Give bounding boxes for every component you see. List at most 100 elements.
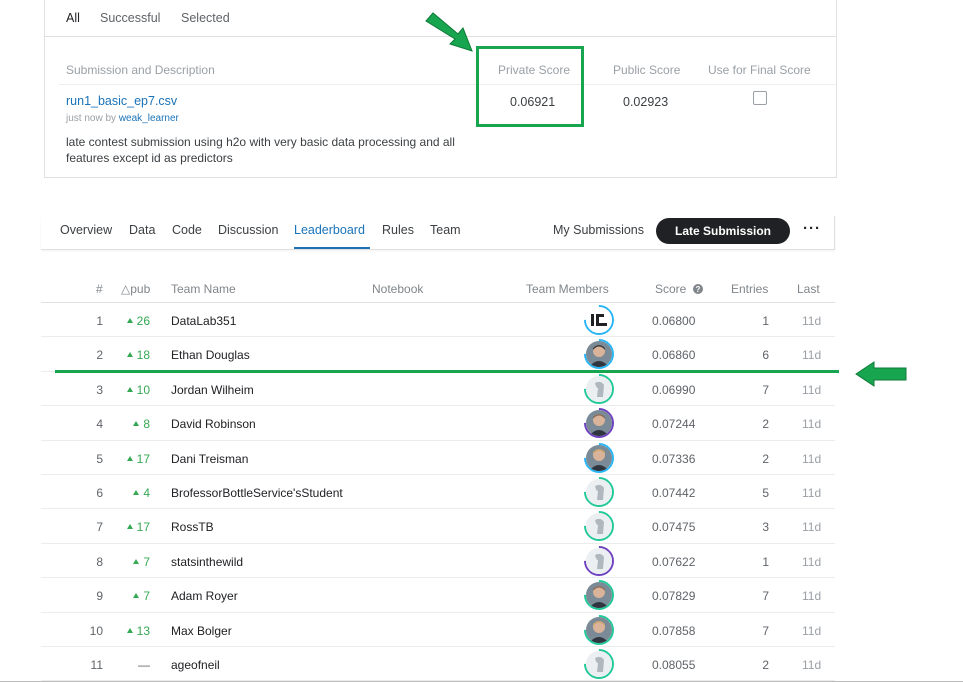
team-name-link[interactable]: RossTB bbox=[171, 520, 214, 534]
competition-nav: Overview Data Code Discussion Leaderboar… bbox=[41, 216, 835, 250]
rank-cutoff-line bbox=[55, 370, 839, 373]
rank-cell: 5 bbox=[96, 451, 103, 466]
my-submissions-link[interactable]: My Submissions bbox=[553, 223, 644, 237]
score-cell: 0.06800 bbox=[652, 314, 696, 328]
more-options-icon[interactable]: ··· bbox=[803, 220, 821, 237]
team-name-link[interactable]: DataLab351 bbox=[171, 314, 236, 328]
tab-code[interactable]: Code bbox=[172, 223, 202, 237]
header-entries: Entries bbox=[731, 282, 769, 296]
header-public-score: Public Score bbox=[613, 63, 681, 77]
tab-overview[interactable]: Overview bbox=[60, 223, 112, 237]
submission-file-link[interactable]: run1_basic_ep7.csv bbox=[66, 94, 177, 108]
entries-cell: 2 bbox=[762, 658, 769, 672]
rank-cell: 4 bbox=[96, 417, 103, 432]
avatar[interactable] bbox=[586, 375, 612, 402]
tab-rules[interactable]: Rules bbox=[382, 223, 414, 237]
tab-leaderboard[interactable]: Leaderboard bbox=[294, 223, 365, 237]
score-cell: 0.06990 bbox=[652, 382, 696, 397]
team-name-link[interactable]: David Robinson bbox=[171, 417, 256, 431]
team-name-link[interactable]: BrofessorBottleService'sStudent bbox=[171, 486, 343, 500]
header-notebook: Notebook bbox=[372, 282, 424, 296]
table-row[interactable]: 11 — ageofneil 0.08055 2 11d bbox=[41, 642, 835, 682]
header-submission-description: Submission and Description bbox=[66, 63, 215, 77]
table-row[interactable]: 9 7 Adam Royer 0.07829 7 11d bbox=[41, 573, 835, 617]
team-name-link[interactable]: Ethan Douglas bbox=[171, 348, 250, 362]
annotation-arrow-diagonal-icon bbox=[425, 12, 473, 52]
table-row[interactable]: 2 18 Ethan Douglas 0.06860 6 11d bbox=[41, 333, 835, 376]
team-name-link[interactable]: Max Bolger bbox=[171, 624, 232, 638]
score-cell: 0.08055 bbox=[652, 658, 696, 672]
tab-all[interactable]: All bbox=[66, 11, 80, 25]
rank-cell: 11 bbox=[90, 658, 103, 672]
table-row[interactable]: 3 10 Jordan Wilheim 0.06990 7 11d bbox=[41, 367, 835, 411]
delta-pub-cell: 7 bbox=[143, 554, 150, 569]
score-cell: 0.07442 bbox=[652, 486, 696, 500]
header-use-for-final: Use for Final Score bbox=[708, 63, 811, 77]
delta-pub-cell: 8 bbox=[143, 417, 150, 432]
table-row[interactable]: 8 7 statsinthewild 0.07622 1 11d bbox=[41, 539, 835, 583]
team-name-link[interactable]: Dani Treisman bbox=[171, 452, 248, 466]
delta-pub-cell: 18 bbox=[136, 348, 150, 363]
delta-pub-cell: 17 bbox=[136, 451, 150, 466]
avatar[interactable] bbox=[586, 582, 612, 609]
use-for-final-checkbox[interactable] bbox=[753, 91, 767, 105]
rank-cell: 9 bbox=[96, 589, 103, 604]
tab-data[interactable]: Data bbox=[129, 223, 155, 237]
tab-discussion[interactable]: Discussion bbox=[218, 223, 278, 237]
submission-user-link[interactable]: weak_learner bbox=[119, 113, 179, 124]
table-row[interactable]: 1 26 DataLab351 0.06800 1 11d bbox=[41, 298, 835, 342]
header-last: Last bbox=[797, 282, 820, 296]
last-submission-cell: 11d bbox=[802, 658, 822, 672]
score-cell: 0.07858 bbox=[652, 623, 696, 638]
table-row[interactable]: 5 17 Dani Treisman 0.07336 2 11d bbox=[41, 436, 835, 479]
tab-successful[interactable]: Successful bbox=[100, 11, 160, 25]
avatar[interactable] bbox=[586, 651, 612, 677]
entries-cell: 7 bbox=[762, 382, 769, 397]
user-photo-icon bbox=[586, 582, 612, 609]
table-row[interactable]: 10 13 Max Bolger 0.07858 7 11d bbox=[41, 608, 835, 651]
team-name-link[interactable]: statsinthewild bbox=[171, 555, 243, 569]
team-logo-icon bbox=[586, 307, 612, 333]
delta-pub-cell: 4 bbox=[143, 486, 150, 500]
avatar[interactable] bbox=[586, 547, 612, 574]
table-row[interactable]: 4 8 David Robinson 0.07244 2 11d bbox=[41, 401, 835, 445]
score-cell: 0.07336 bbox=[652, 451, 696, 466]
table-row[interactable]: 6 4 BrofessorBottleService'sStudent 0.07442… bbox=[41, 470, 835, 514]
leaderboard-header: # △pub Team Name Notebook Team Members S… bbox=[41, 268, 835, 303]
last-submission-cell: 11d bbox=[802, 451, 822, 466]
table-row[interactable]: 7 17 RossTB 0.07475 3 11d bbox=[41, 505, 835, 548]
rank-cell: 3 bbox=[96, 382, 103, 397]
avatar[interactable] bbox=[586, 479, 612, 505]
score-cell: 0.07622 bbox=[652, 554, 696, 569]
last-submission-cell: 11d bbox=[802, 486, 822, 500]
submission-meta: just now by weak_learner bbox=[66, 113, 179, 124]
delta-pub-cell: — bbox=[138, 658, 150, 672]
avatar[interactable] bbox=[586, 307, 612, 333]
avatar[interactable] bbox=[586, 616, 612, 643]
team-name-link[interactable]: Jordan Wilheim bbox=[171, 383, 254, 397]
annotation-arrow-left-icon bbox=[855, 361, 907, 387]
user-photo-icon bbox=[586, 444, 612, 471]
tab-selected[interactable]: Selected bbox=[181, 11, 230, 25]
last-submission-cell: 11d bbox=[802, 623, 822, 638]
tab-team[interactable]: Team bbox=[430, 223, 461, 237]
late-submission-button[interactable]: Late Submission bbox=[656, 218, 790, 244]
entries-cell: 1 bbox=[762, 554, 769, 569]
team-name-link[interactable]: Adam Royer bbox=[171, 589, 238, 603]
submission-description: late contest submission using h2o with v… bbox=[66, 135, 455, 165]
entries-cell: 5 bbox=[762, 486, 769, 500]
last-submission-cell: 11d bbox=[802, 348, 822, 363]
score-cell: 0.07475 bbox=[652, 520, 696, 535]
header-delta-pub[interactable]: △pub bbox=[121, 282, 150, 296]
default-avatar-icon bbox=[586, 479, 612, 505]
last-submission-cell: 11d bbox=[802, 554, 822, 569]
header-score-label: Score bbox=[655, 282, 687, 296]
entries-cell: 7 bbox=[762, 589, 769, 604]
team-name-link[interactable]: ageofneil bbox=[171, 658, 220, 672]
entries-cell: 2 bbox=[762, 417, 769, 432]
user-photo-icon bbox=[586, 410, 612, 437]
svg-text:?: ? bbox=[695, 285, 700, 294]
help-icon[interactable]: ? bbox=[692, 284, 703, 294]
avatar[interactable] bbox=[586, 444, 612, 471]
avatar[interactable] bbox=[586, 410, 612, 437]
